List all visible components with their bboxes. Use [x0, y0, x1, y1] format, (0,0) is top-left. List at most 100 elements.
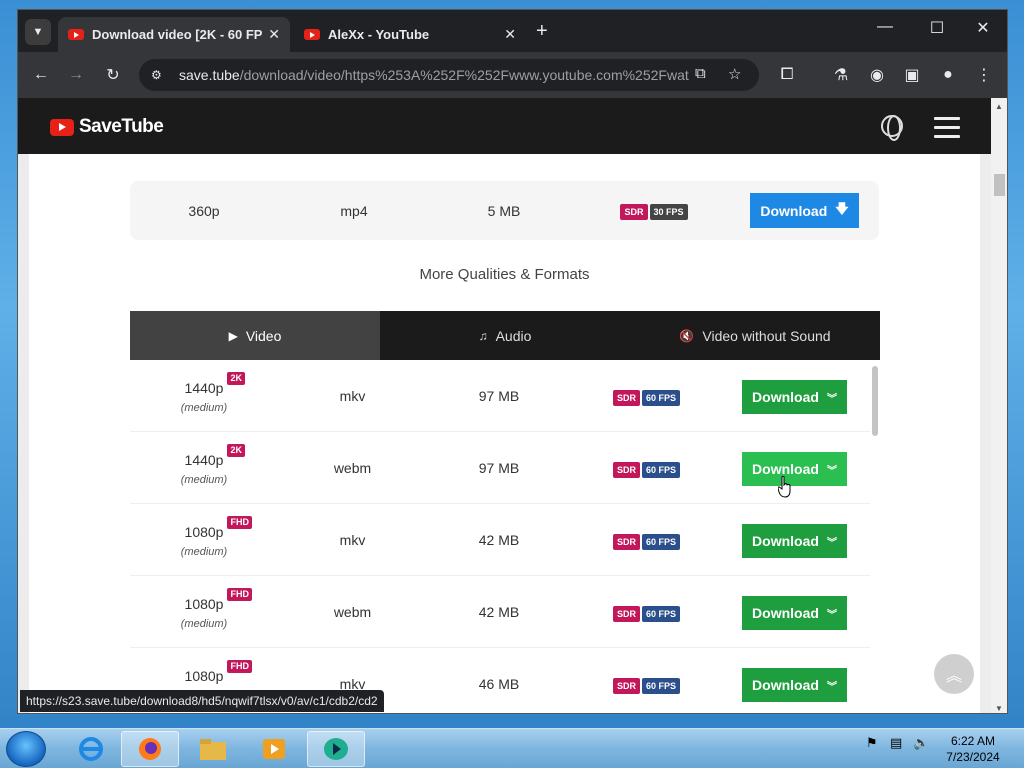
- savetube-logo[interactable]: SaveTube: [50, 116, 164, 138]
- download-button[interactable]: Download ︾: [742, 596, 847, 630]
- size: 46 MB: [478, 676, 520, 692]
- profile-avatar-icon[interactable]: ●: [937, 64, 959, 86]
- size: 42 MB: [478, 604, 520, 620]
- format-tabs: ▶ Video ♫ Audio 🔇 Video without Sound: [130, 311, 880, 360]
- tab-savetube[interactable]: Download video [2K - 60 FPS] ✕: [58, 17, 290, 52]
- size: 97 MB: [478, 460, 520, 476]
- menu-kebab-icon[interactable]: ⋮: [973, 64, 995, 86]
- format: mkv: [339, 532, 366, 548]
- download-button[interactable]: Download ︾: [742, 668, 847, 702]
- download-button[interactable]: Download ︾: [742, 524, 847, 558]
- tab-audio[interactable]: ♫ Audio: [380, 311, 630, 360]
- table-row: 1440p 2K (medium) mkv 97 MB SDR 60 FPS Down…: [130, 360, 870, 432]
- quality: 1440p: [184, 452, 224, 468]
- arrow-down-icon: 🡇: [835, 200, 849, 216]
- quality-note: (medium): [180, 402, 228, 414]
- labs-flask-icon[interactable]: ⚗: [830, 64, 852, 86]
- sdr-badge: SDR: [612, 606, 640, 622]
- download-button[interactable]: Download 🡇: [750, 193, 859, 228]
- page-scrollbar[interactable]: ▲ ▼: [991, 98, 1007, 713]
- page-card: 360p mp4 5 MB SDR 30 FPS Download 🡇 More …: [29, 154, 980, 713]
- close-tab-icon[interactable]: ✕: [268, 26, 280, 43]
- quality: 360p: [188, 202, 220, 219]
- volume-muted-icon[interactable]: 🔈: [913, 735, 929, 751]
- chevron-double-down-icon: ︾: [826, 537, 837, 549]
- tab-youtube[interactable]: AleXx - YouTube ✕: [294, 17, 526, 52]
- hamburger-menu-icon[interactable]: [934, 117, 960, 144]
- internet-explorer-icon[interactable]: [62, 731, 120, 767]
- bookmark-star-icon[interactable]: ☆: [728, 65, 741, 83]
- reload-button[interactable]: ↻: [102, 64, 124, 86]
- tab-label: Audio: [495, 327, 532, 344]
- tab-label: Video without Sound: [702, 327, 831, 344]
- selected-format-row: 360p mp4 5 MB SDR 30 FPS Download 🡇: [130, 181, 879, 240]
- start-button[interactable]: [6, 731, 46, 767]
- table-row: 1440p 2K (medium) webm 97 MB SDR 60 FPS Dow…: [130, 432, 870, 504]
- install-app-icon[interactable]: ⧉: [695, 65, 706, 82]
- quality: 1080p: [184, 524, 224, 540]
- play-icon: ▶: [228, 328, 238, 343]
- download-label: Download: [752, 389, 819, 405]
- resolution-tag: 2K: [227, 372, 245, 385]
- back-button[interactable]: ←: [30, 64, 52, 86]
- tab-label: Video: [245, 327, 282, 344]
- close-tab-icon[interactable]: ✕: [504, 26, 516, 43]
- format: webm: [333, 604, 372, 620]
- extensions-icon[interactable]: ⧠: [776, 64, 798, 86]
- tab-video-without-sound[interactable]: 🔇 Video without Sound: [630, 311, 880, 360]
- firefox-icon[interactable]: [121, 731, 179, 767]
- sdr-badge: SDR: [620, 203, 648, 220]
- quality-note: (medium): [180, 546, 228, 558]
- site-name: SaveTube: [79, 116, 164, 137]
- taskbar: ⚑ ▤ 🔈 6:22 AM 7/23/2024: [0, 728, 1024, 768]
- tab-search-button[interactable]: ▼: [25, 19, 51, 45]
- maximize-button[interactable]: ☐: [925, 18, 949, 38]
- scroll-down-arrow-icon[interactable]: ▼: [995, 704, 1003, 713]
- tab-title: AleXx - YouTube: [328, 27, 430, 42]
- download-label: Download: [752, 677, 819, 693]
- new-tab-button[interactable]: +: [536, 20, 548, 43]
- site-info-icon[interactable]: ⚙: [151, 68, 169, 82]
- media-player-icon[interactable]: [245, 731, 303, 767]
- system-clock[interactable]: 6:22 AM 7/23/2024: [930, 733, 1016, 765]
- quality: 1080p: [184, 668, 224, 684]
- active-app-icon[interactable]: [307, 731, 365, 767]
- sdr-badge: SDR: [612, 462, 640, 478]
- fps-badge: 60 FPS: [642, 462, 681, 478]
- list-scrollbar[interactable]: [872, 366, 878, 436]
- download-progress-icon[interactable]: ◉: [866, 64, 888, 86]
- download-button[interactable]: Download ︾: [742, 380, 847, 414]
- fps-badge: 60 FPS: [642, 678, 681, 694]
- quality-note: (medium): [180, 618, 228, 630]
- scrollbar-thumb[interactable]: [994, 174, 1005, 196]
- browser-toolbar: ← → ↻ ⚙ save.tube/download/video/https%2…: [18, 52, 1007, 98]
- youtube-favicon-icon: [68, 29, 84, 40]
- tab-strip: ▼ Download video [2K - 60 FPS] ✕ AleXx -…: [18, 10, 1007, 52]
- tab-video[interactable]: ▶ Video: [130, 311, 380, 360]
- scroll-to-top-button[interactable]: ︽: [934, 654, 974, 694]
- quality: 1440p: [184, 380, 224, 396]
- resolution-tag: 2K: [227, 444, 245, 457]
- download-label: Download: [752, 605, 819, 621]
- download-button[interactable]: Download ︾: [742, 452, 847, 486]
- download-label: Download: [752, 461, 819, 477]
- scroll-up-arrow-icon[interactable]: ▲: [995, 102, 1003, 111]
- minimize-button[interactable]: —: [873, 18, 897, 36]
- url-path: /download/video/https%253A%252F%252Fwww.…: [239, 67, 689, 83]
- chevron-double-down-icon: ︾: [826, 393, 837, 405]
- address-bar[interactable]: ⚙ save.tube/download/video/https%253A%25…: [139, 59, 759, 91]
- language-globe-icon[interactable]: [881, 115, 903, 141]
- close-window-button[interactable]: ✕: [971, 18, 995, 38]
- sdr-badge: SDR: [612, 534, 640, 550]
- table-row: 1080p FHD (medium) webm 42 MB SDR 60 FPS Do…: [130, 576, 870, 648]
- action-center-flag-icon[interactable]: ⚑: [866, 735, 878, 751]
- resolution-tag: FHD: [227, 660, 252, 673]
- forward-button[interactable]: →: [65, 64, 87, 86]
- size: 97 MB: [478, 388, 520, 404]
- file-explorer-icon[interactable]: [184, 731, 242, 767]
- mute-icon: 🔇: [679, 328, 695, 343]
- sdr-badge: SDR: [612, 390, 640, 406]
- format: mkv: [339, 388, 366, 404]
- network-icon[interactable]: ▤: [890, 735, 902, 751]
- side-panel-icon[interactable]: ▣: [901, 64, 923, 86]
